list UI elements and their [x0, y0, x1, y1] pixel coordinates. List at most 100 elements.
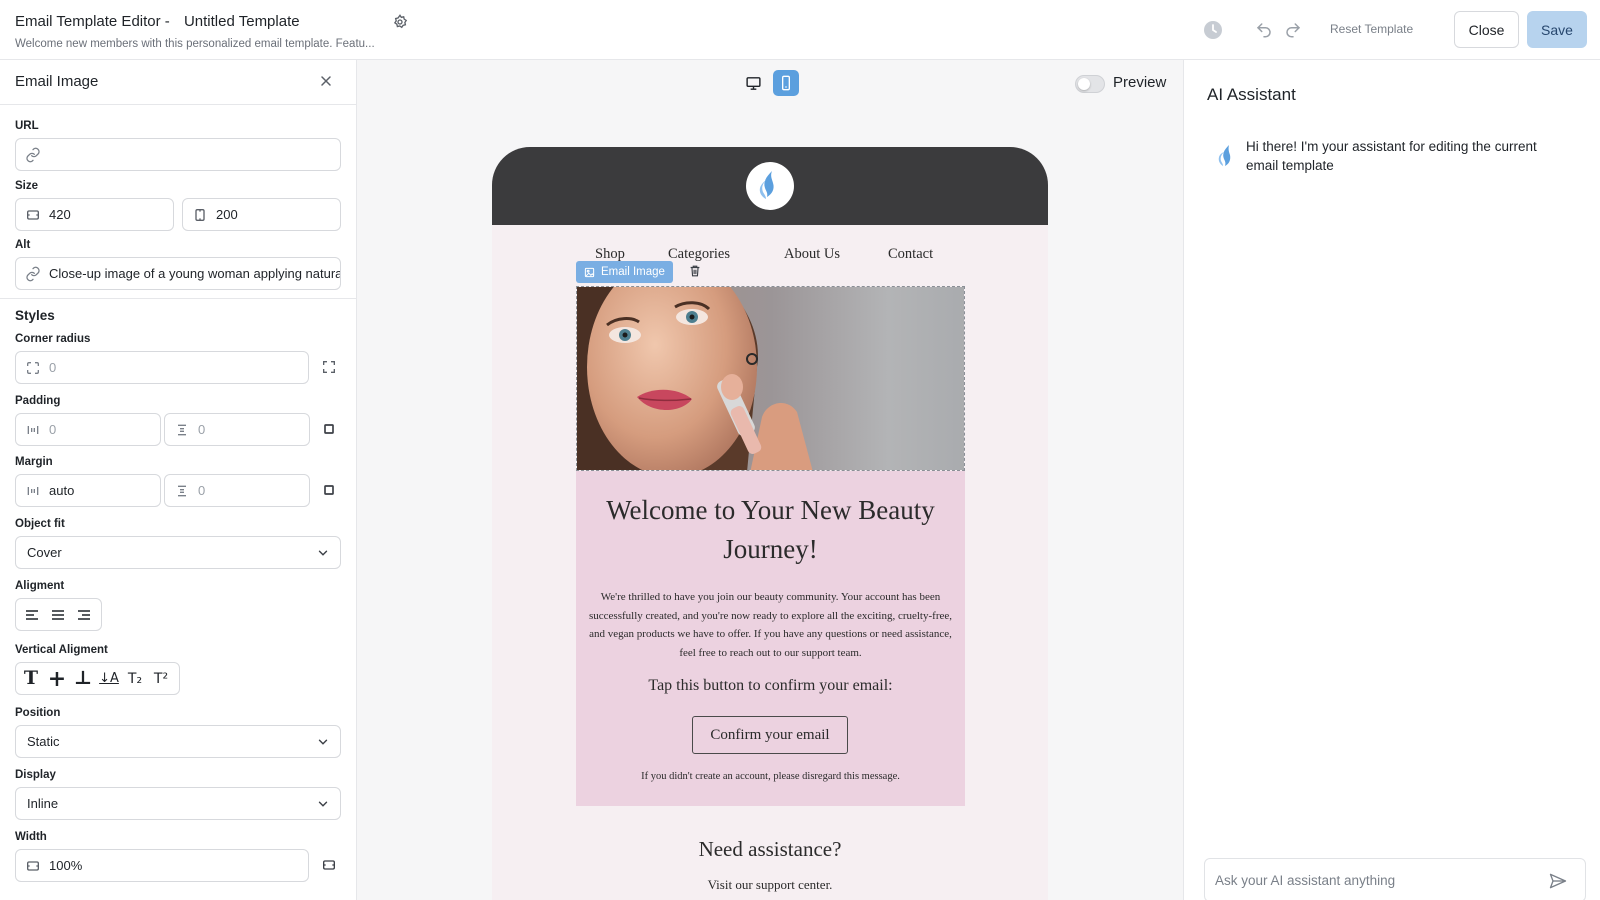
- desktop-view-button[interactable]: [740, 70, 766, 96]
- display-select[interactable]: Inline: [15, 787, 341, 820]
- desktop-icon: [745, 76, 761, 90]
- mobile-view-button[interactable]: [773, 70, 799, 96]
- valign-super-glyph: T²: [153, 670, 169, 687]
- flame-logo-icon: [759, 171, 774, 199]
- need-assistance-title[interactable]: Need assistance?: [492, 837, 1048, 862]
- url-input[interactable]: [15, 138, 341, 171]
- expand-icon[interactable]: [321, 359, 337, 375]
- width-label: Width: [15, 831, 47, 843]
- mobile-icon: [782, 75, 790, 91]
- align-center-icon: [52, 609, 64, 620]
- position-select[interactable]: Static: [15, 725, 341, 758]
- send-icon[interactable]: [1548, 871, 1568, 891]
- padding-x-value: 0: [49, 422, 57, 437]
- display-value: Inline: [27, 796, 59, 811]
- styles-title: Styles: [15, 308, 55, 323]
- email-tap-text[interactable]: Tap this button to confirm your email:: [576, 677, 965, 695]
- trash-icon[interactable]: [688, 264, 702, 278]
- width-icon: [27, 209, 39, 220]
- height-input[interactable]: 200: [182, 198, 341, 231]
- email-content-block: Welcome to Your New Beauty Journey! We'r…: [576, 471, 965, 806]
- valign-text-bottom-glyph: ↓A: [99, 671, 119, 686]
- selected-block-tag[interactable]: Email Image: [576, 261, 673, 283]
- email-title[interactable]: Welcome to Your New Beauty Journey!: [576, 491, 965, 569]
- corner-radius-value: 0: [49, 360, 57, 375]
- padding-y-icon: [178, 485, 186, 496]
- visit-support-text[interactable]: Visit our support center.: [492, 877, 1048, 893]
- height-value: 200: [216, 207, 238, 222]
- valign-bottom-button[interactable]: ⊥: [70, 666, 96, 692]
- redo-button[interactable]: [1284, 21, 1302, 39]
- object-fit-label: Object fit: [15, 518, 65, 530]
- valign-top-button[interactable]: T: [18, 666, 44, 692]
- top-bar: Email Template Editor - Untitled Templat…: [0, 0, 1600, 60]
- padding-y-value: 0: [198, 422, 206, 437]
- email-preview: Shop Categories About Us Contact Email I…: [492, 147, 1048, 900]
- display-label: Display: [15, 769, 56, 781]
- confirm-email-button[interactable]: Confirm your email: [692, 716, 848, 754]
- valign-text-bottom-button[interactable]: ↓A: [96, 666, 122, 692]
- ai-chat-input-box: [1204, 858, 1586, 900]
- valign-middle-button[interactable]: +: [44, 666, 70, 692]
- width-icon: [27, 860, 39, 871]
- alignment-label: Aligment: [15, 580, 65, 592]
- valign-bottom-glyph: ⊥: [73, 667, 93, 689]
- width-value: 420: [49, 207, 71, 222]
- page-title: Email Template Editor - Untitled Templat…: [15, 13, 300, 30]
- link-icon: [26, 266, 40, 281]
- settings-icon[interactable]: [392, 14, 408, 30]
- brand-logo[interactable]: [746, 162, 794, 210]
- hero-illustration: [577, 287, 964, 470]
- editor-canvas: Preview Shop Categories About Us Contact…: [357, 60, 1183, 900]
- width-input[interactable]: 420: [15, 198, 174, 231]
- object-fit-select[interactable]: Cover: [15, 536, 341, 569]
- object-fit-value: Cover: [27, 545, 62, 560]
- corner-radius-input[interactable]: 0: [15, 351, 309, 384]
- save-button[interactable]: Save: [1527, 11, 1587, 48]
- ai-assistant-title: AI Assistant: [1207, 85, 1296, 104]
- padding-y-input[interactable]: 0: [164, 413, 310, 446]
- email-body[interactable]: We're thrilled to have you join our beau…: [586, 588, 955, 662]
- close-button[interactable]: Close: [1454, 11, 1519, 48]
- history-button[interactable]: [1203, 20, 1223, 40]
- reset-template-button[interactable]: Reset Template: [1330, 18, 1413, 40]
- inspector-panel: Email Image URL Size 420 200 Alt Close-u…: [0, 60, 357, 900]
- width-percent-input[interactable]: 100%: [15, 849, 309, 882]
- email-header: [492, 147, 1048, 225]
- nav-contact[interactable]: Contact: [888, 246, 933, 263]
- margin-y-value: 0: [198, 483, 206, 498]
- preview-toggle[interactable]: [1075, 75, 1105, 93]
- flame-logo-icon: [1218, 145, 1231, 166]
- margin-x-input[interactable]: auto: [15, 474, 161, 507]
- ai-chat-input[interactable]: [1215, 869, 1535, 891]
- valign-super-button[interactable]: T²: [148, 666, 174, 692]
- alignment-group: [15, 598, 102, 631]
- padding-x-input[interactable]: 0: [15, 413, 161, 446]
- template-name[interactable]: Untitled Template: [184, 13, 300, 30]
- close-icon[interactable]: [318, 73, 334, 89]
- inspector-header: Email Image: [0, 60, 356, 105]
- square-icon[interactable]: [321, 482, 337, 498]
- align-left-icon: [26, 609, 38, 620]
- valign-top-glyph: T: [23, 667, 39, 689]
- email-hero-image[interactable]: [576, 286, 965, 471]
- align-right-button[interactable]: [71, 602, 97, 628]
- width-icon[interactable]: [321, 857, 337, 873]
- padding-y-icon: [178, 424, 186, 435]
- valign-sub-button[interactable]: T₂: [122, 666, 148, 692]
- email-footer-note[interactable]: If you didn't create an account, please …: [576, 771, 965, 782]
- align-left-button[interactable]: [19, 602, 45, 628]
- size-label: Size: [15, 180, 39, 192]
- margin-x-value: auto: [49, 483, 75, 498]
- vertical-alignment-group: T + ⊥ ↓A T₂ T²: [15, 662, 180, 695]
- align-center-button[interactable]: [45, 602, 71, 628]
- nav-categories[interactable]: Categories: [668, 246, 730, 263]
- padding-x-icon: [27, 486, 39, 495]
- margin-y-input[interactable]: 0: [164, 474, 310, 507]
- ai-assistant-panel: AI Assistant Hi there! I'm your assistan…: [1183, 60, 1600, 900]
- link-icon: [26, 147, 40, 162]
- nav-about-us[interactable]: About Us: [784, 246, 840, 263]
- alt-input[interactable]: Close-up image of a young woman applying…: [15, 257, 341, 290]
- square-icon[interactable]: [321, 421, 337, 437]
- undo-button[interactable]: [1255, 21, 1273, 39]
